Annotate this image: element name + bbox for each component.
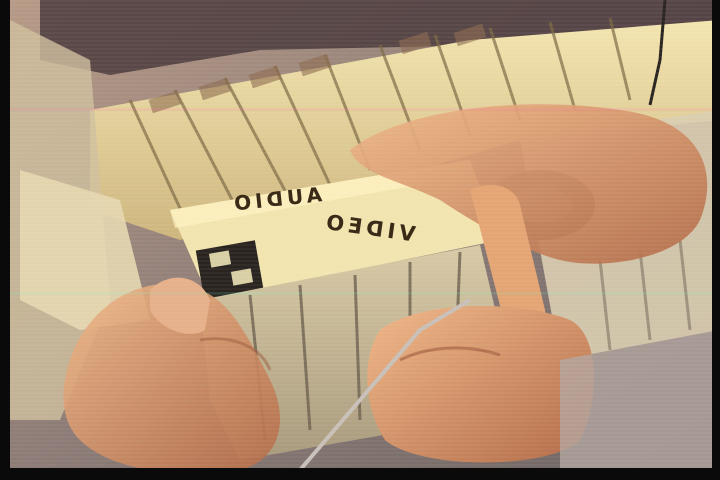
scanlines [0, 0, 720, 480]
vhs-frame-photo [0, 0, 720, 480]
frame-bottom [0, 468, 720, 480]
frame-left [0, 0, 10, 480]
frame-right [712, 0, 720, 480]
